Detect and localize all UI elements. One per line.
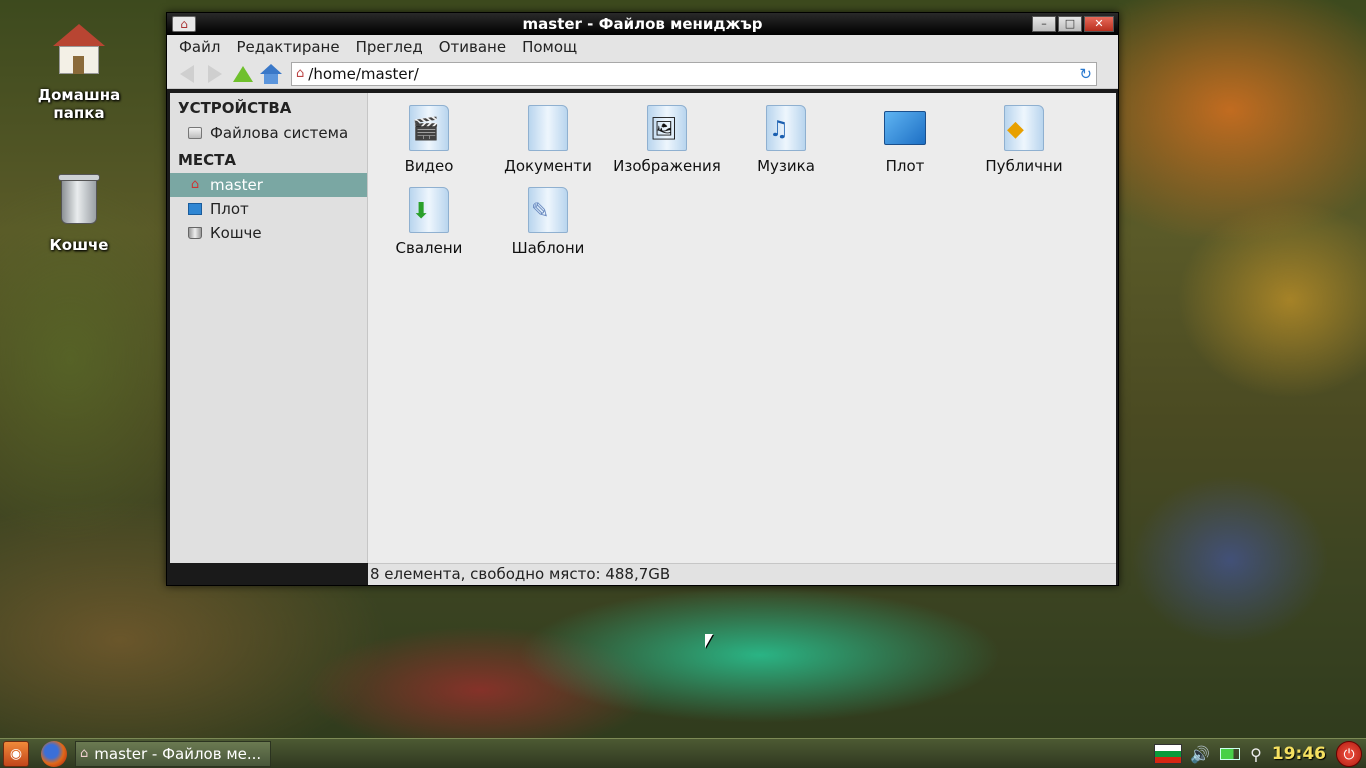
taskbar: ◉ ⌂ master - Файлов ме... 🔊 ⚲ 19:46 ⏻	[0, 738, 1366, 768]
trash-icon	[49, 172, 109, 232]
file-manager-window: ⌂ master - Файлов мениджър – □ ✕ Файл Ре…	[166, 12, 1119, 586]
refresh-icon[interactable]: ↻	[1079, 65, 1092, 83]
status-bar: 8 елемента, свободно място: 488,7GB	[368, 563, 1116, 585]
maximize-button[interactable]: □	[1058, 16, 1082, 32]
sidebar-header-devices: УСТРОЙСТВА	[178, 99, 292, 117]
menu-edit[interactable]: Редактиране	[228, 38, 347, 56]
menu-file[interactable]: Файл	[171, 38, 228, 56]
location-path: /home/master/	[308, 64, 419, 83]
file-label: Свалени	[395, 239, 463, 257]
file-label: Видео	[404, 157, 454, 175]
close-button[interactable]: ✕	[1084, 16, 1114, 32]
battery-icon[interactable]	[1220, 748, 1241, 760]
public-folder-icon: ◆	[1004, 105, 1044, 151]
templates-folder-icon: ✎	[528, 187, 568, 233]
file-item-templates[interactable]: ✎ Шаблони	[489, 187, 607, 257]
home-icon: ⌂	[190, 177, 200, 192]
back-button[interactable]	[173, 61, 201, 87]
file-label: Публични	[985, 157, 1063, 175]
file-label: Изображения	[613, 157, 721, 175]
sidebar-item-desktop[interactable]: Плот	[170, 197, 367, 221]
desktop-icon-label: Кошче	[49, 236, 109, 254]
desktop-folder-icon	[884, 111, 926, 145]
file-item-desktop[interactable]: Плот	[846, 105, 964, 175]
file-item-videos[interactable]: 🎬 Видео	[370, 105, 488, 175]
mouse-cursor-icon	[705, 634, 713, 648]
sidebar-item-label: Кошче	[210, 224, 262, 242]
desktop-icon-label: Домашна папка	[37, 86, 121, 122]
sidebar-item-filesystem[interactable]: Файлова система	[170, 121, 367, 145]
sidebar-item-label: master	[210, 176, 263, 194]
file-item-pictures[interactable]: 🖼 Изображения	[608, 105, 726, 175]
drive-icon	[188, 127, 202, 139]
arrow-left-icon	[180, 64, 194, 83]
menubar: Файл Редактиране Преглед Отиване Помощ	[167, 35, 1118, 59]
toolbar: ⌂ /home/master/ ↻	[167, 59, 1118, 89]
network-icon[interactable]: ⚲	[1250, 745, 1262, 764]
clock[interactable]: 19:46	[1272, 744, 1326, 764]
file-label: Музика	[757, 157, 815, 175]
menu-help[interactable]: Помощ	[514, 38, 585, 56]
sidebar-header-places: МЕСТА	[178, 151, 237, 169]
sidebar-item-trash[interactable]: Кошче	[170, 221, 367, 245]
window-controls: – □ ✕	[1032, 16, 1114, 32]
sidebar-item-master[interactable]: ⌂ master	[170, 173, 367, 197]
sidebar-item-label: Файлова система	[210, 124, 349, 142]
desktop-icon-home[interactable]: Домашна папка	[24, 22, 134, 122]
keyboard-layout-flag-icon[interactable]	[1154, 744, 1183, 764]
file-label: Документи	[504, 157, 592, 175]
main-content: УСТРОЙСТВА Файлова система МЕСТА ⌂ maste…	[170, 93, 1116, 563]
forward-button[interactable]	[201, 61, 229, 87]
window-titlebar[interactable]: ⌂ master - Файлов мениджър – □ ✕	[167, 13, 1118, 35]
minimize-button[interactable]: –	[1032, 16, 1056, 32]
sidebar: УСТРОЙСТВА Файлова система МЕСТА ⌂ maste…	[170, 93, 368, 563]
location-bar[interactable]: ⌂ /home/master/ ↻	[291, 61, 1097, 86]
home-icon: ⌂	[80, 746, 89, 761]
system-tray: 🔊 ⚲ 19:46 ⏻	[1154, 739, 1366, 768]
trash-icon	[188, 227, 202, 239]
file-item-music[interactable]: ♫ Музика	[727, 105, 845, 175]
arrow-right-icon	[208, 64, 222, 83]
window-title: master - Файлов мениджър	[522, 15, 763, 33]
file-item-public[interactable]: ◆ Публични	[965, 105, 1083, 175]
downloads-folder-icon: ⬇	[409, 187, 449, 233]
start-menu-button[interactable]: ◉	[3, 740, 29, 767]
home-icon: ⌂	[296, 66, 305, 81]
volume-icon[interactable]: 🔊	[1190, 745, 1210, 764]
menu-view[interactable]: Преглед	[348, 38, 431, 56]
video-folder-icon: 🎬	[409, 105, 449, 151]
file-label: Плот	[885, 157, 925, 175]
desktop-icon	[188, 203, 202, 215]
home-icon	[260, 63, 282, 84]
file-item-documents[interactable]: Документи	[489, 105, 607, 175]
taskbar-window-button[interactable]: ⌂ master - Файлов ме...	[75, 740, 271, 767]
file-item-downloads[interactable]: ⬇ Свалени	[370, 187, 488, 257]
arrow-up-icon	[233, 65, 253, 82]
sidebar-item-label: Плот	[210, 200, 249, 218]
up-button[interactable]	[229, 61, 257, 87]
file-view[interactable]: 🎬 Видео Документи 🖼 Изображения ♫ Музика…	[368, 93, 1116, 563]
firefox-icon[interactable]	[41, 740, 67, 767]
power-icon[interactable]: ⏻	[1336, 741, 1362, 767]
music-folder-icon: ♫	[766, 105, 806, 151]
taskbar-window-label: master - Файлов ме...	[94, 744, 262, 763]
pictures-folder-icon: 🖼	[647, 105, 687, 151]
file-label: Шаблони	[511, 239, 585, 257]
home-button[interactable]	[257, 61, 285, 87]
menu-go[interactable]: Отиване	[431, 38, 514, 56]
documents-folder-icon	[528, 105, 568, 151]
desktop-icon-trash[interactable]: Кошче	[24, 172, 134, 254]
home-folder-icon	[49, 22, 109, 82]
